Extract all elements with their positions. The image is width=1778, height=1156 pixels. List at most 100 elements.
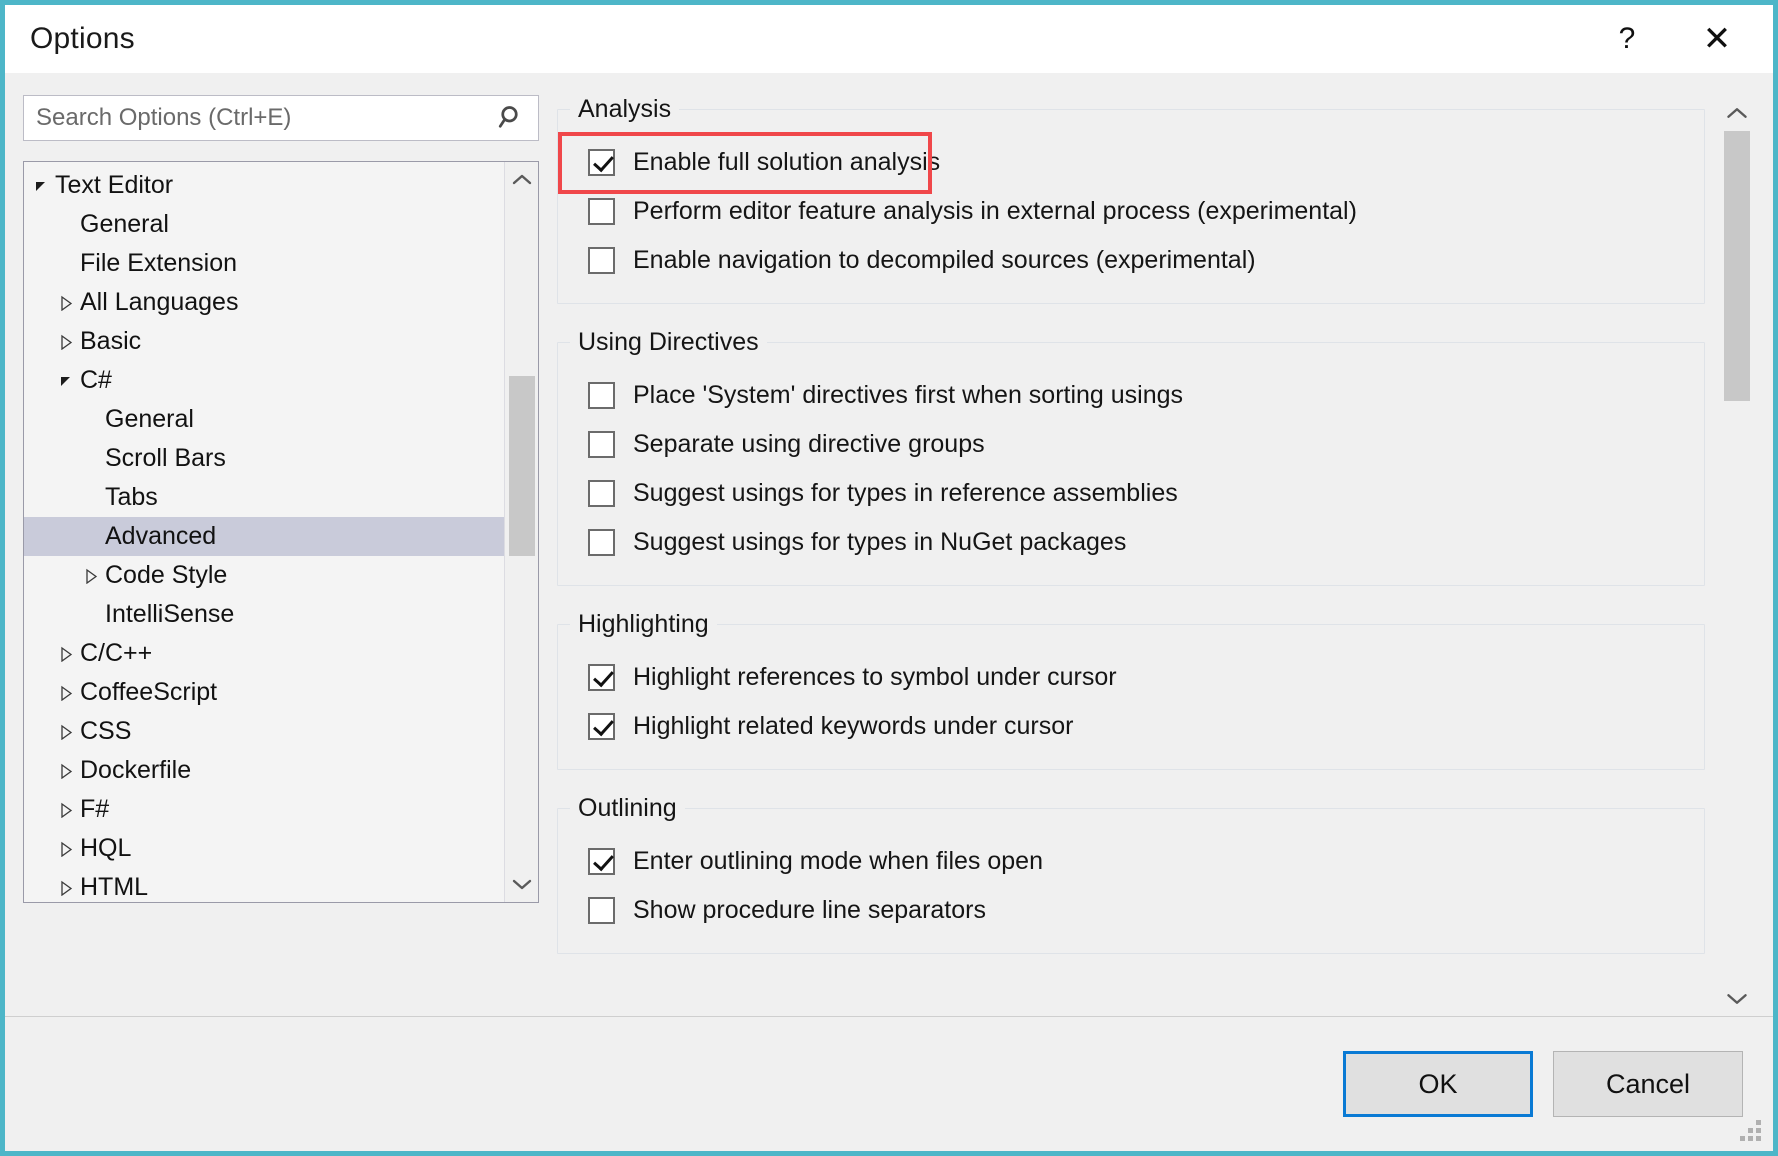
option-label[interactable]: Highlight references to symbol under cur… — [633, 665, 1117, 690]
checkbox-checked-icon[interactable] — [588, 149, 615, 176]
page-title: Options — [30, 22, 135, 55]
option-row[interactable]: Show procedure line separators — [558, 886, 1704, 935]
tree-item-label: Basic — [80, 327, 142, 355]
triangle-down-icon[interactable] — [54, 373, 80, 389]
tree-item-label: Code Style — [105, 561, 228, 589]
tree-item-html[interactable]: HTML — [24, 868, 504, 902]
option-label[interactable]: Perform editor feature analysis in exter… — [633, 199, 1357, 224]
option-row[interactable]: Enable navigation to decompiled sources … — [558, 236, 1704, 285]
option-row[interactable]: Suggest usings for types in reference as… — [558, 469, 1704, 518]
options-scrollbar-track[interactable] — [1719, 131, 1755, 980]
dialog-body: Text Editor General File Extension All Lang… — [5, 73, 1773, 1016]
triangle-right-icon[interactable] — [54, 802, 80, 818]
option-row[interactable]: Separate using directive groups — [558, 420, 1704, 469]
close-button[interactable]: ✕ — [1685, 5, 1749, 73]
tree-item-label: C# — [80, 366, 112, 394]
tree-item-f[interactable]: F# — [24, 790, 504, 829]
ok-button[interactable]: OK — [1343, 1051, 1533, 1117]
search-box[interactable] — [23, 95, 539, 141]
triangle-right-icon[interactable] — [54, 763, 80, 779]
tree-item-coffeescript[interactable]: CoffeeScript — [24, 673, 504, 712]
option-row[interactable]: Highlight references to symbol under cur… — [558, 653, 1704, 702]
tree-item-intellisense[interactable]: IntelliSense — [24, 595, 504, 634]
option-label[interactable]: Enter outlining mode when files open — [633, 849, 1043, 874]
tree-scrollbar-track[interactable] — [505, 198, 538, 866]
chevron-down-icon[interactable] — [1720, 980, 1754, 1016]
option-row[interactable]: Highlight related keywords under cursor — [558, 702, 1704, 751]
option-row[interactable]: Place 'System' directives first when sor… — [558, 371, 1704, 420]
option-row[interactable]: Enable full solution analysis — [558, 132, 1704, 194]
search-input[interactable] — [24, 104, 486, 132]
checkbox-checked-icon[interactable] — [588, 713, 615, 740]
tree-item-scroll-bars[interactable]: Scroll Bars — [24, 439, 504, 478]
checkbox-unchecked-icon[interactable] — [588, 480, 615, 507]
option-label[interactable]: Place 'System' directives first when sor… — [633, 383, 1183, 408]
tree-item-tabs[interactable]: Tabs — [24, 478, 504, 517]
search-magnifier-icon[interactable] — [486, 103, 538, 133]
tree-item-label: HTML — [80, 873, 149, 901]
tree-item-label: General — [80, 210, 169, 238]
options-group-highlighting: Highlighting Highlight references to symb… — [557, 610, 1705, 770]
checkbox-unchecked-icon[interactable] — [588, 247, 615, 274]
tree-item-hql[interactable]: HQL — [24, 829, 504, 868]
cancel-button[interactable]: Cancel — [1553, 1051, 1743, 1117]
option-label[interactable]: Separate using directive groups — [633, 432, 985, 457]
tree-item-general[interactable]: General — [24, 205, 504, 244]
title-bar: Options ? ✕ — [5, 5, 1773, 73]
checkbox-checked-icon[interactable] — [588, 664, 615, 691]
option-label[interactable]: Show procedure line separators — [633, 898, 986, 923]
checkbox-unchecked-icon[interactable] — [588, 529, 615, 556]
option-label[interactable]: Suggest usings for types in NuGet packag… — [633, 530, 1126, 555]
triangle-right-icon[interactable] — [79, 568, 105, 584]
option-label[interactable]: Enable full solution analysis — [633, 150, 940, 175]
triangle-right-icon[interactable] — [54, 685, 80, 701]
option-label[interactable]: Highlight related keywords under cursor — [633, 714, 1074, 739]
tree-item-label: All Languages — [80, 288, 239, 316]
triangle-right-icon[interactable] — [54, 724, 80, 740]
help-question-icon: ? — [1618, 22, 1636, 55]
checkbox-unchecked-icon[interactable] — [588, 431, 615, 458]
checkbox-unchecked-icon[interactable] — [588, 897, 615, 924]
tree-item-c-c[interactable]: C/C++ — [24, 634, 504, 673]
tree-item-css[interactable]: CSS — [24, 712, 504, 751]
triangle-down-icon[interactable] — [29, 178, 55, 194]
tree-scrollbar[interactable] — [504, 162, 538, 902]
triangle-right-icon[interactable] — [54, 334, 80, 350]
options-scrollbar[interactable] — [1719, 95, 1755, 1016]
tree-item-general[interactable]: General — [24, 400, 504, 439]
triangle-right-icon[interactable] — [54, 295, 80, 311]
chevron-up-icon[interactable] — [1720, 95, 1754, 131]
options-scrollbar-thumb[interactable] — [1724, 131, 1750, 401]
chevron-up-icon[interactable] — [505, 162, 539, 198]
help-button[interactable]: ? — [1595, 5, 1659, 73]
checkbox-checked-icon[interactable] — [588, 848, 615, 875]
option-row[interactable]: Enter outlining mode when files open — [558, 837, 1704, 886]
tree-item-label: Dockerfile — [80, 756, 192, 784]
tree-item-file-extension[interactable]: File Extension — [24, 244, 504, 283]
tree-item-text-editor[interactable]: Text Editor — [24, 166, 504, 205]
tree-item-code-style[interactable]: Code Style — [24, 556, 504, 595]
option-label[interactable]: Suggest usings for types in reference as… — [633, 481, 1178, 506]
resize-grip-icon[interactable] — [1737, 1117, 1761, 1141]
tree-item-label: Text Editor — [55, 171, 174, 199]
checkbox-unchecked-icon[interactable] — [588, 198, 615, 225]
tree-item-advanced[interactable]: Advanced — [24, 517, 504, 556]
tree-item-label: File Extension — [80, 249, 238, 277]
tree-item-basic[interactable]: Basic — [24, 322, 504, 361]
triangle-right-icon[interactable] — [54, 646, 80, 662]
option-row[interactable]: Perform editor feature analysis in exter… — [558, 187, 1704, 236]
options-category-tree[interactable]: Text Editor General File Extension All Lang… — [23, 161, 539, 903]
chevron-down-icon[interactable] — [505, 866, 539, 902]
tree-item-c[interactable]: C# — [24, 361, 504, 400]
dialog-footer: OK Cancel — [5, 1016, 1773, 1151]
option-label[interactable]: Enable navigation to decompiled sources … — [633, 248, 1256, 273]
options-group-legend: Outlining — [578, 794, 677, 822]
tree-item-all-languages[interactable]: All Languages — [24, 283, 504, 322]
triangle-right-icon[interactable] — [54, 880, 80, 896]
tree-item-dockerfile[interactable]: Dockerfile — [24, 751, 504, 790]
triangle-right-icon[interactable] — [54, 841, 80, 857]
tree-scrollbar-thumb[interactable] — [509, 376, 535, 556]
option-row[interactable]: Suggest usings for types in NuGet packag… — [558, 518, 1704, 567]
checkbox-unchecked-icon[interactable] — [588, 382, 615, 409]
tree-list: Text Editor General File Extension All Lang… — [24, 162, 504, 902]
